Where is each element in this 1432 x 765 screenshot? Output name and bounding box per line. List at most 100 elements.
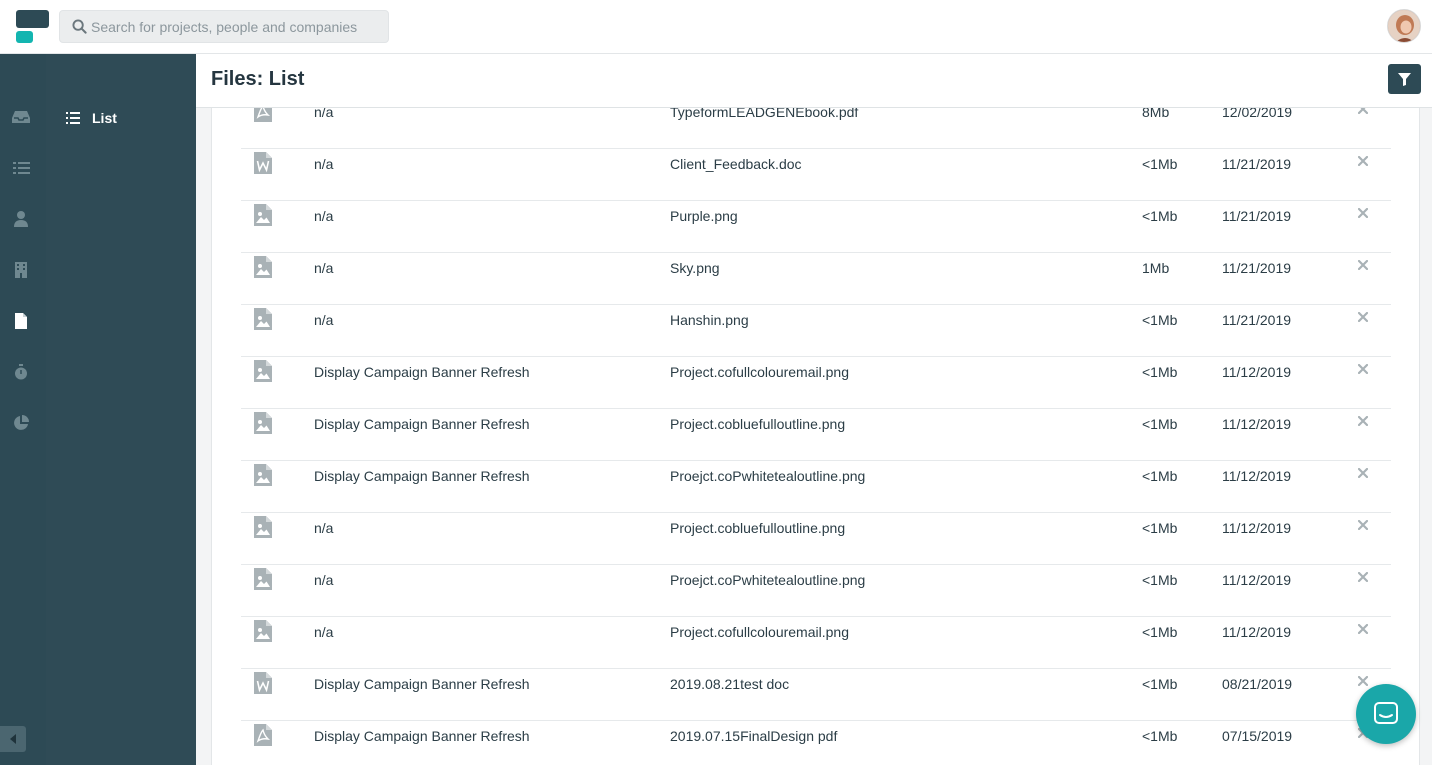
filter-icon [1398,72,1411,86]
table-row[interactable]: n/a Hanshin.png <1Mb 11/21/2019 [241,305,1391,357]
page-header: Files: List [196,54,1432,108]
user-avatar[interactable] [1387,9,1421,43]
file-name[interactable]: 2019.08.21test doc [670,676,789,692]
file-date: 11/12/2019 [1222,624,1292,640]
search-box[interactable] [59,10,389,43]
file-size: <1Mb [1142,572,1178,588]
close-icon [1357,205,1369,221]
file-name[interactable]: Proejct.coPwhitetealoutline.png [670,468,865,484]
file-name[interactable]: Proejct.coPwhitetealoutline.png [670,572,865,588]
file-project[interactable]: Display Campaign Banner Refresh [314,468,530,484]
file-name[interactable]: Project.cofullcolouremail.png [670,624,849,640]
file-size: <1Mb [1142,312,1178,328]
file-project[interactable]: Display Campaign Banner Refresh [314,676,530,692]
file-project[interactable]: n/a [314,260,333,276]
delete-file-button[interactable] [1356,206,1370,220]
close-icon [1357,569,1369,585]
close-icon [1357,153,1369,169]
inbox-icon[interactable] [11,107,31,127]
file-name[interactable]: Project.cobluefulloutline.png [670,520,845,536]
word-file-icon [254,672,272,694]
delete-file-button[interactable] [1356,310,1370,324]
table-row[interactable]: Display Campaign Banner Refresh Project.c… [241,357,1391,409]
file-project[interactable]: n/a [314,156,333,172]
file-name[interactable]: Project.cofullcolouremail.png [670,364,849,380]
search-input[interactable] [91,11,381,42]
file-project[interactable]: n/a [314,572,333,588]
table-row[interactable]: n/a Project.cobluefulloutline.png <1Mb 11/1… [241,513,1391,565]
table-row[interactable]: Display Campaign Banner Refresh Project.c… [241,409,1391,461]
table-row[interactable]: Display Campaign Banner Refresh Proejct.c… [241,461,1391,513]
file-name[interactable]: Client_Feedback.doc [670,156,802,172]
file-date: 11/12/2019 [1222,364,1292,380]
file-name[interactable]: TypeformLEADGENEbook.pdf [670,108,858,120]
search-icon [72,19,87,34]
file-name[interactable]: 2019.07.15FinalDesign pdf [670,728,837,744]
chat-launcher-button[interactable] [1356,684,1416,744]
delete-file-button[interactable] [1356,362,1370,376]
file-size: <1Mb [1142,416,1178,432]
delete-file-button[interactable] [1356,570,1370,584]
delete-file-button[interactable] [1356,466,1370,480]
table-row[interactable]: n/a TypeformLEADGENEbook.pdf 8Mb 12/02/2019 [241,108,1391,149]
table-row[interactable]: n/a Purple.png <1Mb 11/21/2019 [241,201,1391,253]
file-size: <1Mb [1142,468,1178,484]
image-file-icon [254,308,272,330]
delete-file-button[interactable] [1356,108,1370,116]
delete-file-button[interactable] [1356,622,1370,636]
reports-pie-icon[interactable] [11,413,31,433]
close-icon [1357,673,1369,689]
file-size: 1Mb [1142,260,1170,276]
file-project[interactable]: n/a [314,312,333,328]
pdf-file-icon [254,108,272,122]
table-row[interactable]: Display Campaign Banner Refresh 2019.08.2… [241,669,1391,721]
file-name[interactable]: Sky.png [670,260,720,276]
close-icon [1357,108,1369,117]
file-project[interactable]: n/a [314,208,333,224]
delete-file-button[interactable] [1356,258,1370,272]
collapse-sidebar-button[interactable] [0,726,26,752]
image-file-icon [254,568,272,590]
file-project[interactable]: n/a [314,108,333,120]
subnav-item-list[interactable]: List [66,108,117,128]
table-row[interactable]: n/a Client_Feedback.doc <1Mb 11/21/2019 [241,149,1391,201]
timer-icon[interactable] [11,362,31,382]
file-project[interactable]: Display Campaign Banner Refresh [314,728,530,744]
file-date: 11/12/2019 [1222,416,1292,432]
close-icon [1357,257,1369,273]
file-name[interactable]: Hanshin.png [670,312,749,328]
file-project[interactable]: n/a [314,520,333,536]
chat-icon [1374,702,1398,724]
file-size: <1Mb [1142,208,1178,224]
list-icon [66,112,80,124]
file-size: <1Mb [1142,728,1178,744]
filter-button[interactable] [1388,64,1421,94]
delete-file-button[interactable] [1356,518,1370,532]
table-row[interactable]: Display Campaign Banner Refresh 2019.07.1… [241,721,1391,765]
table-row[interactable]: n/a Project.cofullcolouremail.png <1Mb 11/1… [241,617,1391,669]
delete-file-button[interactable] [1356,414,1370,428]
table-row[interactable]: n/a Proejct.coPwhitetealoutline.png <1Mb 11… [241,565,1391,617]
table-row[interactable]: n/a Sky.png 1Mb 11/21/2019 [241,253,1391,305]
image-file-icon [254,516,272,538]
icon-rail [0,54,46,765]
file-date: 12/02/2019 [1222,108,1293,120]
building-icon[interactable] [11,260,31,280]
files-icon[interactable] [11,311,31,331]
delete-file-button[interactable] [1356,154,1370,168]
tasks-list-icon[interactable] [11,158,31,178]
file-project[interactable]: Display Campaign Banner Refresh [314,364,530,380]
file-date: 08/21/2019 [1222,676,1293,692]
delete-file-button[interactable] [1356,674,1370,688]
image-file-icon [254,256,272,278]
file-name[interactable]: Project.cobluefulloutline.png [670,416,845,432]
file-date: 07/15/2019 [1222,728,1293,744]
app-logo[interactable] [16,10,49,44]
file-date: 11/12/2019 [1222,572,1292,588]
file-date: 11/21/2019 [1222,312,1292,328]
top-bar [0,0,1432,54]
file-project[interactable]: n/a [314,624,333,640]
file-name[interactable]: Purple.png [670,208,738,224]
file-project[interactable]: Display Campaign Banner Refresh [314,416,530,432]
person-icon[interactable] [11,209,31,229]
